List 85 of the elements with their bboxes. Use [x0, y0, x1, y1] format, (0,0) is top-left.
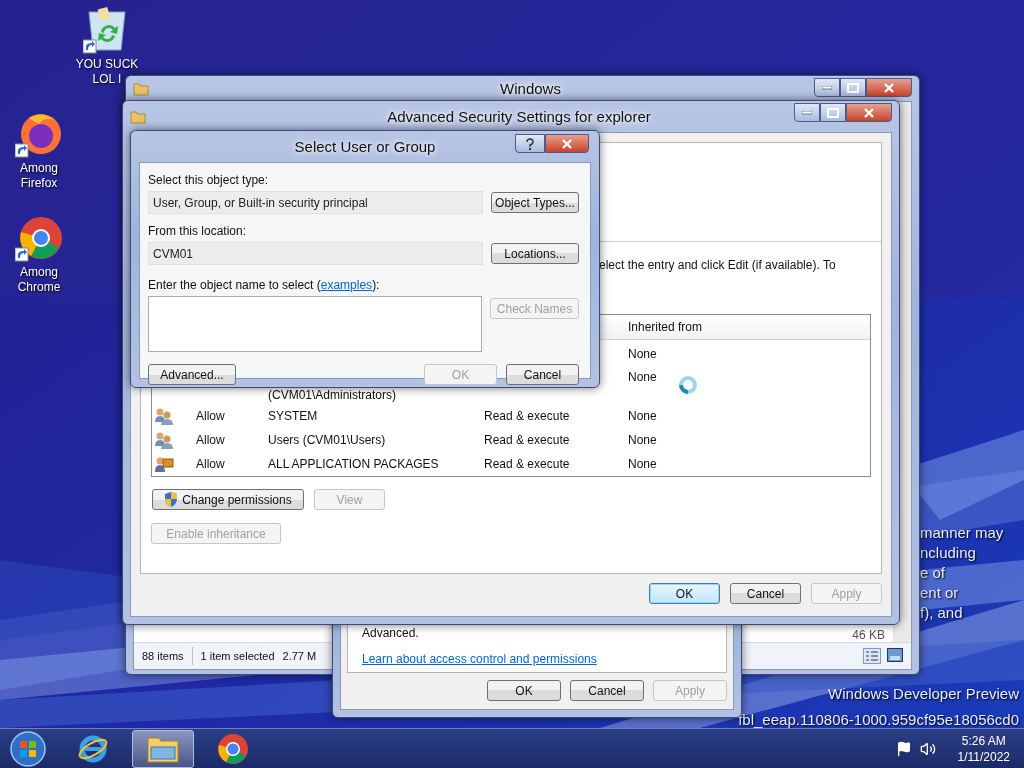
thumbnail-view-icon[interactable] — [887, 648, 903, 662]
clock-date: 1/11/2022 — [957, 748, 1010, 765]
help-link[interactable]: Learn about access control and permissions — [362, 652, 712, 666]
dialog-button[interactable]: Cancel — [506, 364, 579, 385]
maximize-button[interactable] — [840, 78, 866, 97]
location-field[interactable]: CVM01 — [148, 242, 483, 265]
dialog-button[interactable]: Cancel — [730, 583, 801, 604]
dialog-button[interactable]: OK — [487, 680, 561, 701]
dialog-button[interactable]: Cancel — [570, 680, 644, 701]
window-title: Advanced Security Settings for explorer — [386, 108, 652, 125]
locations-button[interactable]: Locations... — [491, 243, 579, 264]
close-button[interactable] — [545, 134, 589, 153]
table-cell-text: None — [627, 457, 658, 471]
chrome-icon[interactable] — [15, 214, 63, 262]
minimize-icon — [822, 85, 832, 90]
change-permissions-button[interactable]: Change permissions — [152, 489, 304, 510]
close-button[interactable] — [846, 103, 892, 122]
table-cell-text: Allow — [195, 409, 226, 423]
close-button[interactable] — [866, 78, 912, 97]
dialog-button[interactable]: OK — [649, 583, 720, 604]
examples-link[interactable]: examples — [320, 278, 373, 292]
users-icon — [154, 407, 174, 425]
flag-icon[interactable] — [895, 740, 912, 757]
build-text: fbl_eeap.110806-1000.959cf95e18056cd0 — [738, 710, 1019, 730]
users-icon — [154, 431, 174, 449]
folder-icon — [133, 80, 149, 97]
object-type-field[interactable]: User, Group, or Built-in security principal — [148, 191, 483, 214]
table-cell-text: None — [627, 433, 658, 447]
desktop-icon-label: Among Firefox — [19, 161, 59, 191]
table-cell-text: None — [627, 409, 658, 423]
table-cell-text: Allow — [195, 433, 226, 447]
busy-cursor-icon — [678, 375, 698, 395]
minimize-button[interactable] — [814, 78, 840, 97]
details-view-icon[interactable] — [863, 648, 881, 664]
folder-icon — [130, 108, 146, 125]
chrome-icon — [217, 732, 249, 765]
selection-status: 1 item selected — [200, 650, 275, 662]
file-size: 46 KB — [852, 628, 885, 642]
volume-icon[interactable] — [919, 740, 936, 757]
table-cell-text: ALL APPLICATION PACKAGES — [267, 457, 440, 471]
taskbar-app-button[interactable] — [132, 729, 194, 768]
table-cell-text: SYSTEM — [267, 409, 319, 423]
field-label: From this location: — [148, 224, 248, 238]
close-icon — [883, 82, 895, 93]
table-cell-text: Read & execute — [483, 457, 571, 471]
desktop-icon-label: Among Chrome — [16, 265, 62, 295]
minimize-button[interactable] — [794, 103, 820, 122]
object-name-prompt: Enter the object name to select (examples): — [148, 278, 381, 292]
table-cell-text: Read & execute — [483, 433, 571, 447]
maximize-icon — [827, 107, 839, 118]
object-name-field[interactable] — [148, 296, 482, 352]
item-count: 88 items — [142, 650, 184, 662]
edition-text: Windows Developer Preview — [828, 684, 1019, 704]
help-button[interactable] — [515, 134, 545, 153]
table-cell-text: None — [627, 347, 658, 361]
maximize-button[interactable] — [820, 103, 846, 122]
column-header[interactable]: Inherited from — [626, 320, 870, 334]
help-icon — [525, 137, 535, 150]
background-text: ent or — [920, 583, 960, 603]
object-types-button[interactable]: Object Types... — [491, 192, 579, 213]
close-icon — [863, 107, 875, 118]
dialog-button[interactable]: Advanced... — [148, 364, 236, 385]
instructions-text: elect the entry and click Edit (if available). To — [599, 258, 836, 272]
shield-icon — [164, 492, 179, 507]
selection-size: 2.77 M — [282, 650, 317, 662]
background-text: f), and — [920, 603, 964, 623]
desktop-icon-label: YOU SUCK LOL I — [74, 57, 140, 87]
background-text: manner may — [920, 523, 1004, 543]
minimize-icon — [802, 110, 812, 115]
background-text: e of — [920, 563, 947, 583]
close-icon — [561, 138, 573, 149]
clock[interactable]: 5:26 AM 1/11/2022 — [957, 732, 1010, 765]
dialog-title: Select User or Group — [293, 138, 437, 155]
table-cell-text: (CVM01\Administrators) — [267, 388, 398, 404]
field-label: Select this object type: — [148, 173, 270, 187]
clock-time: 5:26 AM — [961, 732, 1006, 749]
background-text: ncluding — [920, 543, 977, 563]
table-cell-text: Allow — [195, 457, 226, 471]
table-cell-text: Users (CVM01\Users) — [267, 433, 387, 447]
maximize-icon — [847, 82, 859, 93]
user-package-icon — [154, 455, 174, 473]
table-cell-text: None — [627, 369, 658, 384]
advanced-text: Advanced. — [362, 626, 420, 640]
table-cell-text: Read & execute — [483, 409, 571, 423]
window-title: Windows — [499, 80, 562, 97]
